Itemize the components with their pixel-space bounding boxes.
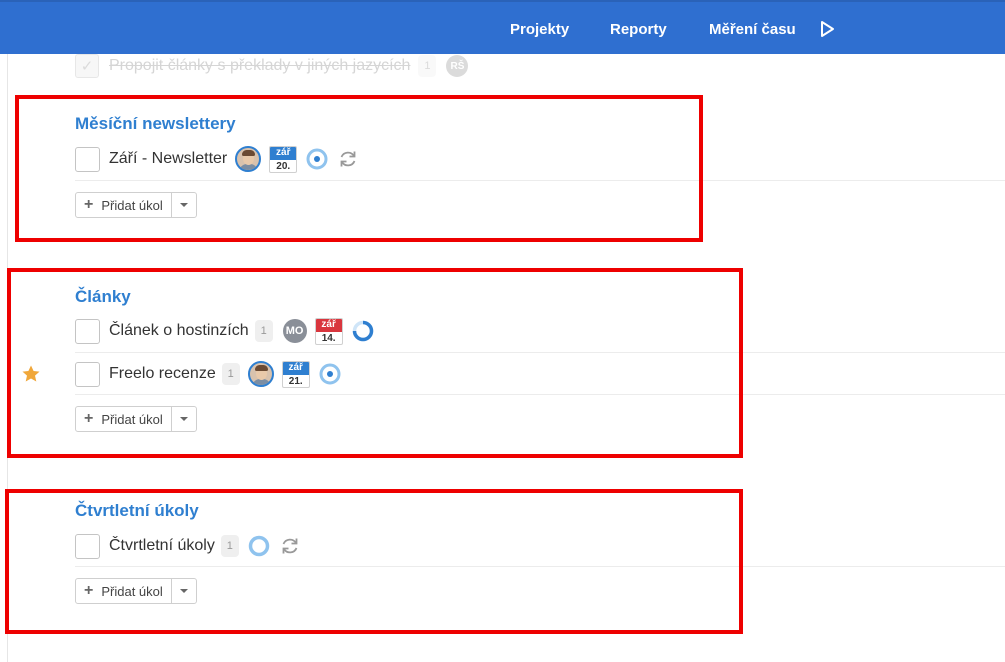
assignee-initials: RŠ — [446, 55, 469, 77]
nav-reporty[interactable]: Reporty — [610, 21, 667, 38]
completed-task-name[interactable]: Propojit články s překlady v jiných jazy… — [109, 57, 410, 75]
completed-checkbox[interactable]: ✓ — [75, 54, 99, 78]
highlight-box-ctvrtletni — [5, 489, 743, 634]
comment-count-badge: 1 — [418, 55, 437, 77]
completed-task-row: ✓ Propojit články s překlady v jiných ja… — [75, 54, 469, 78]
nav-projekty[interactable]: Projekty — [510, 21, 569, 38]
top-navigation-bar: Projekty Reporty Měření času — [0, 0, 1005, 54]
highlight-box-newslettery — [15, 95, 703, 242]
play-icon[interactable] — [817, 19, 837, 39]
nav-mereni-casu[interactable]: Měření času — [709, 21, 796, 38]
highlight-box-clanky — [7, 268, 743, 458]
